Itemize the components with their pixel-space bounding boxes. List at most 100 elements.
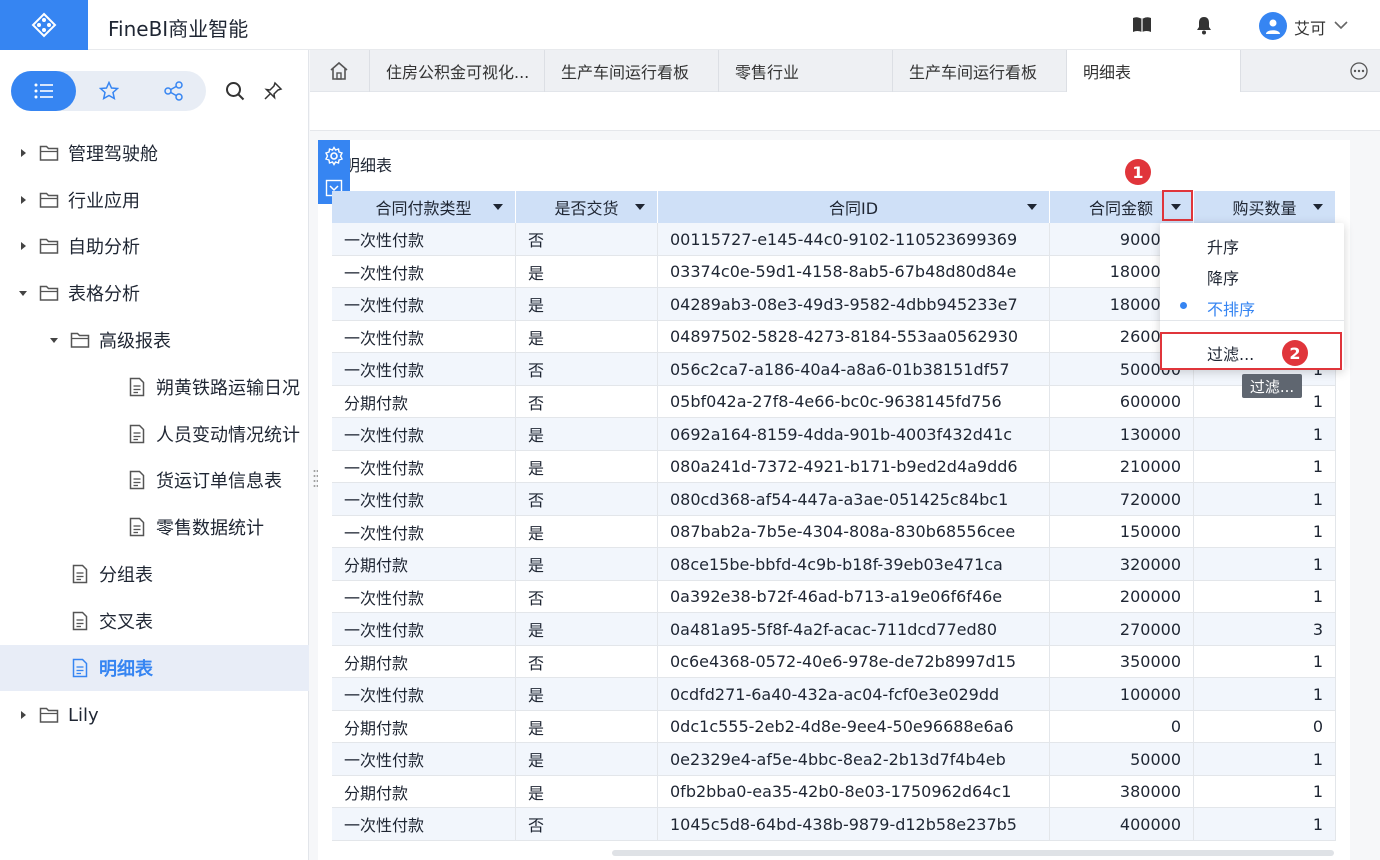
- table-row[interactable]: 一次性付款是 080a241d-7372-4921-b171-b9ed2d4a9d…: [332, 450, 1336, 483]
- header-delivered[interactable]: 是否交货: [516, 191, 658, 223]
- table-row[interactable]: 一次性付款否 0a392e38-b72f-46ad-b713-a19e06f6f4…: [332, 580, 1336, 613]
- tab-retail[interactable]: 零售行业: [719, 50, 893, 92]
- sidebar-item[interactable]: 零售数据统计: [0, 504, 309, 550]
- tab-bar: 住房公积金可视化... 生产车间运行看板 零售行业 生产车间运行看板 明细表: [310, 50, 1380, 92]
- sidebar-item[interactable]: 行业应用: [0, 177, 309, 223]
- tab-detail-table[interactable]: 明细表: [1067, 50, 1241, 92]
- widget-settings-button[interactable]: [318, 140, 350, 172]
- sidebar-item-label: 管理驾驶舱: [68, 144, 158, 165]
- star-icon: [98, 81, 119, 100]
- sidebar-item[interactable]: 管理驾驶舱: [0, 130, 309, 176]
- caret-right-icon[interactable]: [16, 708, 30, 722]
- table-row[interactable]: 一次性付款否 1045c5d8-64bd-438b-9879-d12b58e237…: [332, 808, 1336, 841]
- table-row[interactable]: 一次性付款否 080cd368-af54-447a-a3ae-051425c84b…: [332, 483, 1336, 516]
- table-row[interactable]: 分期付款是 0dc1c555-2eb2-4d8e-9ee4-50e96688e6a…: [332, 710, 1336, 743]
- user-avatar-icon[interactable]: [1259, 12, 1287, 40]
- table-cell: 一次性付款: [332, 580, 516, 613]
- step-badge-1: 1: [1125, 159, 1151, 185]
- table-row[interactable]: 一次性付款是 0692a164-8159-4dda-901b-4003f432d4…: [332, 418, 1336, 451]
- table-row[interactable]: 一次性付款是 0cdfd271-6a40-432a-ac04-fcf0e3e029…: [332, 678, 1336, 711]
- sidebar: 管理驾驶舱行业应用自助分析表格分析 高级报表朔黄铁路运输日况人员变动情况统计 货运订…: [0, 50, 309, 860]
- table-cell: 056c2ca7-a186-40a4-a8a6-01b38151df57: [658, 353, 1050, 385]
- horizontal-scrollbar[interactable]: [612, 850, 1334, 856]
- table-cell: 是: [516, 613, 658, 645]
- tab-home[interactable]: [310, 50, 370, 92]
- table-cell: 是: [516, 418, 658, 450]
- share-icon: [163, 81, 183, 101]
- sidebar-item-label: 自助分析: [68, 237, 140, 258]
- sidebar-item-label: 明细表: [99, 659, 153, 680]
- table-row[interactable]: 分期付款是 0fb2bba0-ea35-42b0-8e03-1750962d64c…: [332, 775, 1336, 808]
- header-contract-id[interactable]: 合同ID: [658, 191, 1050, 223]
- search-icon[interactable]: [224, 80, 246, 102]
- table-cell: 是: [516, 515, 658, 548]
- sidebar-item-label: 分组表: [99, 565, 153, 586]
- app-logo[interactable]: [0, 0, 88, 50]
- table-cell: 一次性付款: [332, 808, 516, 840]
- step-badge-2: 2: [1282, 340, 1308, 366]
- share-view-button[interactable]: [141, 71, 206, 111]
- favorites-view-button[interactable]: [76, 71, 141, 111]
- sort-dropdown-icon[interactable]: [1027, 204, 1037, 210]
- table-row[interactable]: 分期付款是 08ce15be-bbfd-4c9b-b18f-39eb03e471c…: [332, 548, 1336, 581]
- sidebar-item[interactable]: 朔黄铁路运输日况: [0, 364, 309, 410]
- sidebar-item[interactable]: 表格分析: [0, 270, 309, 316]
- menu-no-sort[interactable]: 不排序: [1207, 296, 1255, 320]
- table-row[interactable]: 一次性付款是 0a481a95-5f8f-4a2f-acac-711dcd77ed…: [332, 613, 1336, 646]
- menu-sort-asc[interactable]: 升序: [1207, 234, 1239, 258]
- table-cell: 否: [516, 808, 658, 840]
- table-cell: 否: [516, 580, 658, 613]
- table-cell: 一次性付款: [332, 223, 516, 255]
- tab-workshop-board-2[interactable]: 生产车间运行看板: [893, 50, 1067, 92]
- sidebar-item[interactable]: 货运订单信息表: [0, 457, 309, 503]
- sidebar-item[interactable]: 分组表: [0, 551, 309, 597]
- caret-down-icon[interactable]: [16, 286, 30, 300]
- caret-right-icon[interactable]: [16, 193, 30, 207]
- tab-housing-fund[interactable]: 住房公积金可视化...: [370, 50, 545, 92]
- caret-down-icon[interactable]: [47, 333, 61, 347]
- book-icon[interactable]: [1132, 15, 1152, 35]
- table-cell: 一次性付款: [332, 353, 516, 385]
- header-payment-type[interactable]: 合同付款类型: [332, 191, 516, 223]
- header-quantity[interactable]: 购买数量: [1194, 191, 1336, 223]
- list-view-button[interactable]: [11, 71, 76, 111]
- table-cell: 是: [516, 743, 658, 775]
- bell-icon[interactable]: [1194, 15, 1214, 35]
- sidebar-item[interactable]: 交叉表: [0, 598, 309, 644]
- folder-icon: [38, 282, 60, 304]
- sidebar-item[interactable]: 自助分析: [0, 223, 309, 269]
- table-cell: 一次性付款: [332, 743, 516, 775]
- table-row[interactable]: 分期付款否 05bf042a-27f8-4e66-bc0c-9638145fd75…: [332, 385, 1336, 418]
- table-cell: 一次性付款: [332, 678, 516, 710]
- pin-icon[interactable]: [262, 80, 284, 102]
- table-cell: 05bf042a-27f8-4e66-bc0c-9638145fd756: [658, 385, 1050, 418]
- sidebar-item[interactable]: 高级报表: [0, 317, 309, 363]
- table-cell: 0e2329e4-af5e-4bbc-8ea2-2b13d7f4b4eb: [658, 743, 1050, 775]
- user-name[interactable]: 艾可: [1294, 15, 1326, 39]
- sidebar-item[interactable]: 人员变动情况统计: [0, 411, 309, 457]
- header-label: 购买数量: [1232, 199, 1297, 218]
- table-row[interactable]: 一次性付款是 087bab2a-7b5e-4304-808a-830b68556c…: [332, 515, 1336, 548]
- table-row[interactable]: 一次性付款是 0e2329e4-af5e-4bbc-8ea2-2b13d7f4b4…: [332, 743, 1336, 776]
- more-tabs-icon[interactable]: [1350, 62, 1368, 80]
- menu-sort-desc[interactable]: 降序: [1207, 265, 1239, 289]
- table-cell: 400000: [1050, 808, 1194, 840]
- sort-dropdown-icon[interactable]: [635, 204, 645, 210]
- sort-dropdown-icon[interactable]: [493, 204, 503, 210]
- table-cell: 否: [516, 385, 658, 418]
- table-cell: 0c6e4368-0572-40e6-978e-de72b8997d15: [658, 645, 1050, 678]
- table-cell: 0a392e38-b72f-46ad-b713-a19e06f6f46e: [658, 580, 1050, 613]
- sidebar-item-label: 朔黄铁路运输日况: [156, 378, 300, 399]
- table-row[interactable]: 分期付款否 0c6e4368-0572-40e6-978e-de72b8997d1…: [332, 645, 1336, 678]
- sort-dropdown-icon[interactable]: [1313, 204, 1323, 210]
- sidebar-item[interactable]: Lily: [0, 692, 309, 738]
- table-cell: 是: [516, 255, 658, 288]
- sidebar-item[interactable]: 明细表: [0, 645, 309, 691]
- table-cell: 04289ab3-08e3-49d3-9582-4dbb945233e7: [658, 288, 1050, 320]
- chevron-down-icon[interactable]: [1333, 17, 1349, 37]
- document-icon: [69, 657, 91, 679]
- caret-right-icon[interactable]: [16, 239, 30, 253]
- folder-icon: [38, 235, 60, 257]
- caret-right-icon[interactable]: [16, 146, 30, 160]
- tab-workshop-board-1[interactable]: 生产车间运行看板: [545, 50, 719, 92]
